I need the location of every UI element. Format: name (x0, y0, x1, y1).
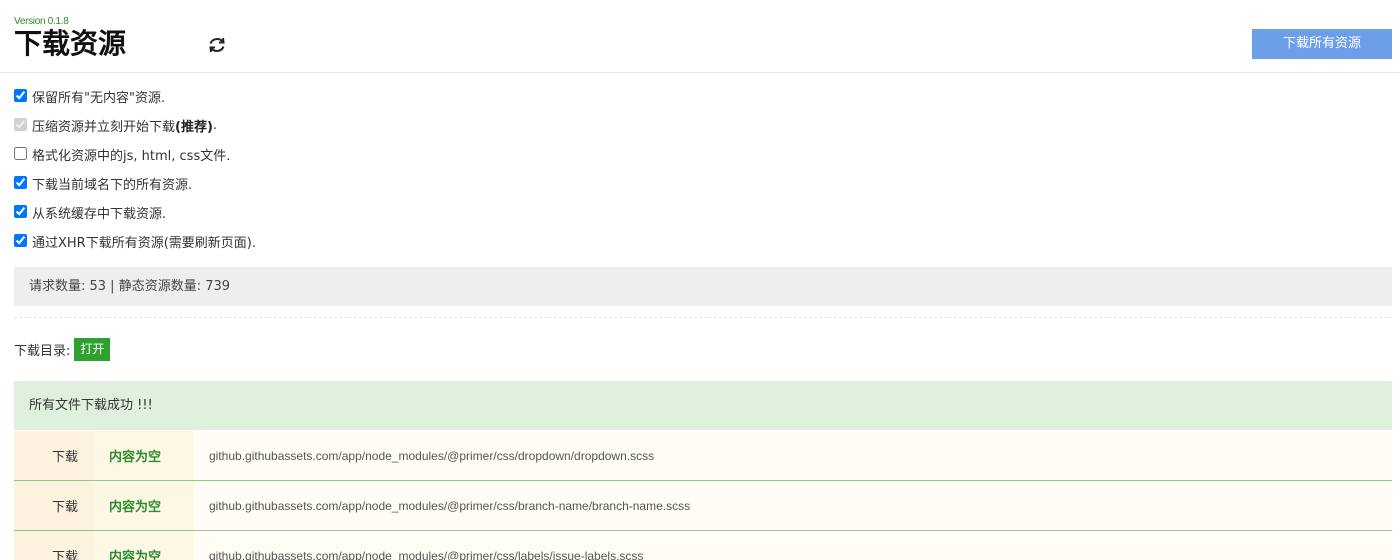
option-label: 保留所有"无内容"资源. (32, 91, 166, 106)
file-url: github.githubassets.com/app/node_modules… (209, 448, 655, 463)
download-directory: 下载目录: 打开 (14, 338, 111, 361)
option-checkbox[interactable] (14, 176, 27, 189)
file-url: github.githubassets.com/app/node_modules… (209, 498, 691, 513)
directory-label: 下载目录: (14, 344, 71, 359)
file-status: 内容为空 (94, 431, 194, 480)
divider (14, 317, 1392, 318)
file-row: 下载 内容为空 github.githubassets.com/app/node_m… (14, 431, 1392, 481)
open-directory-button[interactable]: 打开 (74, 338, 111, 361)
option-label: 格式化资源中的js, html, css文件. (32, 149, 231, 164)
option-label: 通过XHR下载所有资源(需要刷新页面). (32, 236, 256, 251)
option-checkbox[interactable] (14, 89, 27, 102)
file-row: 下载 内容为空 github.githubassets.com/app/node_m… (14, 481, 1392, 531)
option-checkbox[interactable] (14, 118, 27, 131)
option-label: 从系统缓存中下载资源. (32, 207, 167, 222)
success-message: 所有文件下载成功 !!! (14, 381, 1392, 430)
option-suffix: . (212, 118, 218, 133)
file-list: 下载 内容为空 github.githubassets.com/app/node_m… (14, 431, 1392, 560)
file-url: github.githubassets.com/app/node_modules… (209, 548, 644, 560)
file-download-button[interactable]: 下载 (14, 431, 94, 480)
download-all-button[interactable]: 下载所有资源 (1252, 29, 1392, 59)
option-label: 下载当前域名下的所有资源. (32, 178, 193, 193)
option-item[interactable]: 压缩资源并立刻开始下载 (推荐). (14, 111, 256, 140)
page-title: 下载资源 (14, 27, 127, 60)
option-checkbox[interactable] (14, 234, 27, 247)
option-item[interactable]: 下载当前域名下的所有资源. (14, 169, 256, 198)
option-item[interactable]: 从系统缓存中下载资源. (14, 198, 256, 227)
file-row: 下载 内容为空 github.githubassets.com/app/node_m… (14, 531, 1392, 560)
option-item[interactable]: 格式化资源中的js, html, css文件. (14, 140, 256, 169)
header: Version 0.1.8 下载资源 下载所有资源 (0, 0, 1400, 73)
stats-bar: 请求数量: 53 | 静态资源数量: 739 (14, 267, 1392, 306)
file-download-button[interactable]: 下载 (14, 531, 94, 560)
option-checkbox[interactable] (14, 205, 27, 218)
file-status: 内容为空 (94, 531, 194, 560)
option-checkbox[interactable] (14, 147, 27, 160)
option-label: 压缩资源并立刻开始下载 (32, 120, 176, 135)
file-status: 内容为空 (94, 481, 194, 530)
option-item[interactable]: 通过XHR下载所有资源(需要刷新页面). (14, 227, 256, 256)
refresh-icon[interactable] (206, 34, 228, 56)
file-download-button[interactable]: 下载 (14, 481, 94, 530)
options-list: 保留所有"无内容"资源. 压缩资源并立刻开始下载 (推荐). 格式化资源中的js, h… (14, 82, 256, 256)
option-item[interactable]: 保留所有"无内容"资源. (14, 82, 256, 111)
option-emphasis: (推荐) (175, 120, 213, 135)
